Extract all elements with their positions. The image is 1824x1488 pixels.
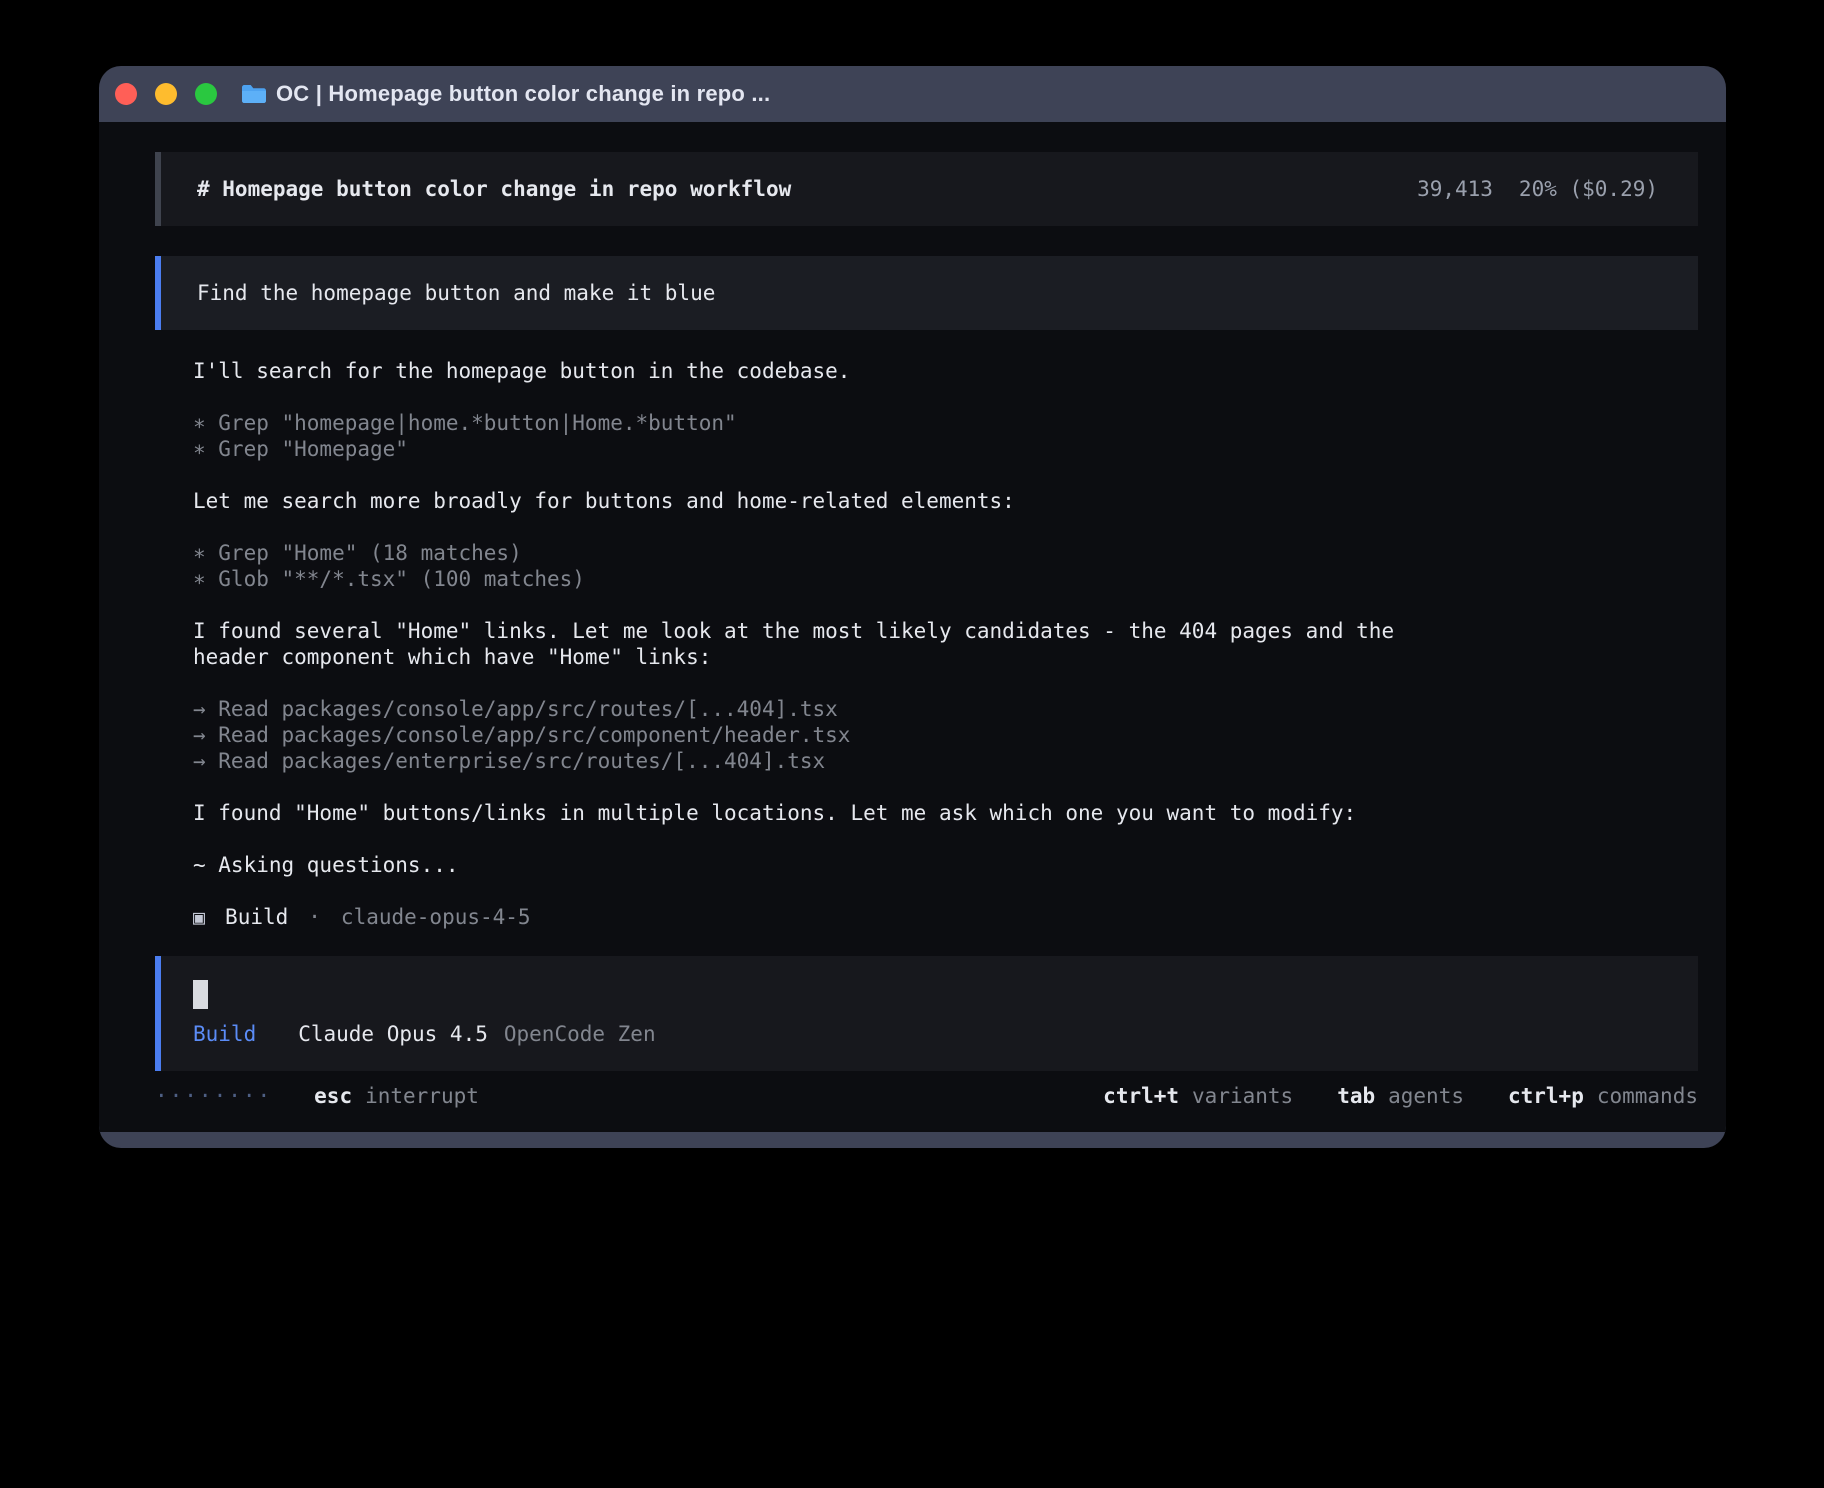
assistant-paragraph: Let me search more broadly for buttons a… [193,488,1698,514]
grep-tool-call: ∗ Grep "Home" (18 matches) [193,540,1698,566]
assistant-paragraph: I found several "Home" links. Let me loo… [193,618,1698,670]
zoom-button[interactable] [195,83,217,105]
text-cursor [193,980,208,1009]
session-title: # Homepage button color change in repo w… [197,176,791,202]
commands-shortcut: ctrl+p commands [1508,1083,1698,1109]
grep-tool-call: ∗ Grep "Homepage" [193,436,1698,462]
model-indicator: Claude Opus 4.5 [298,1021,488,1047]
input-meta-row: Build Claude Opus 4.5 OpenCode Zen [193,1021,1662,1047]
user-message-text: Find the homepage button and make it blu… [197,281,715,305]
prompt-input[interactable]: Build Claude Opus 4.5 OpenCode Zen [155,956,1698,1071]
assistant-paragraph: I found "Home" buttons/links in multiple… [193,800,1698,826]
assistant-text: Let me search more broadly for buttons a… [193,488,1698,514]
assistant-text: I found several "Home" links. Let me loo… [193,618,1698,644]
provider-indicator: OpenCode Zen [504,1021,656,1047]
terminal-window: OC | Homepage button color change in rep… [99,66,1726,1148]
tab-key: tab [1337,1083,1375,1109]
read-tool-call: → Read packages/console/app/src/routes/[… [193,696,1698,722]
ctrl-p-key: ctrl+p [1508,1083,1584,1109]
titlebar[interactable]: OC | Homepage button color change in rep… [99,66,1726,122]
status-bar: ········ esc interrupt ctrl+t variants t… [155,1083,1698,1109]
mode-indicator: Build [193,1021,256,1047]
session-stats: 39,413 20% ($0.29) [1417,176,1658,202]
agent-separator: · [308,904,321,930]
context-cost: 20% ($0.29) [1519,176,1658,202]
assistant-status: ~ Asking questions... [193,852,1698,878]
minimize-button[interactable] [155,83,177,105]
agents-shortcut: tab agents [1337,1083,1464,1109]
glob-tool-call: ∗ Glob "**/*.tsx" (100 matches) [193,566,1698,592]
read-tool-call: → Read packages/console/app/src/componen… [193,722,1698,748]
assistant-text: I found "Home" buttons/links in multiple… [193,800,1698,826]
variants-label: variants [1192,1083,1293,1109]
window-bottom-edge [99,1132,1726,1148]
ctrl-t-key: ctrl+t [1103,1083,1179,1109]
transcript: I'll search for the homepage button in t… [155,358,1698,930]
tool-call-group: → Read packages/console/app/src/routes/[… [193,696,1698,774]
variants-shortcut: ctrl+t variants [1103,1083,1293,1109]
agents-label: agents [1388,1083,1464,1109]
shortcut-hints: ctrl+t variants tab agents ctrl+p comman… [1103,1083,1698,1109]
asking-questions-status: ~ Asking questions... [193,852,1698,878]
terminal-content: # Homepage button color change in repo w… [99,122,1726,1132]
agent-model: claude-opus-4-5 [341,904,531,930]
spinner-dots-icon: ········ [155,1083,272,1109]
folder-icon [240,83,268,105]
build-agent-icon: ▣ [193,904,205,930]
interrupt-label: interrupt [365,1083,479,1109]
commands-label: commands [1597,1083,1698,1109]
tool-call-group: ∗ Grep "Home" (18 matches) ∗ Glob "**/*.… [193,540,1698,592]
window-title: OC | Homepage button color change in rep… [276,81,770,107]
assistant-paragraph: I'll search for the homepage button in t… [193,358,1698,384]
esc-key: esc [314,1083,352,1109]
grep-tool-call: ∗ Grep "homepage|home.*button|Home.*butt… [193,410,1698,436]
agent-attribution-row: ▣ Build · claude-opus-4-5 [193,904,1698,930]
user-message: Find the homepage button and make it blu… [155,256,1698,330]
token-count: 39,413 [1417,176,1493,202]
read-tool-call: → Read packages/enterprise/src/routes/[.… [193,748,1698,774]
agent-name: Build [225,904,288,930]
interrupt-hint: esc interrupt [314,1083,479,1109]
assistant-text: header component which have "Home" links… [193,644,1698,670]
traffic-lights [115,83,217,105]
assistant-text: I'll search for the homepage button in t… [193,358,1698,384]
tool-call-group: ∗ Grep "homepage|home.*button|Home.*butt… [193,410,1698,462]
close-button[interactable] [115,83,137,105]
session-header: # Homepage button color change in repo w… [155,152,1698,226]
